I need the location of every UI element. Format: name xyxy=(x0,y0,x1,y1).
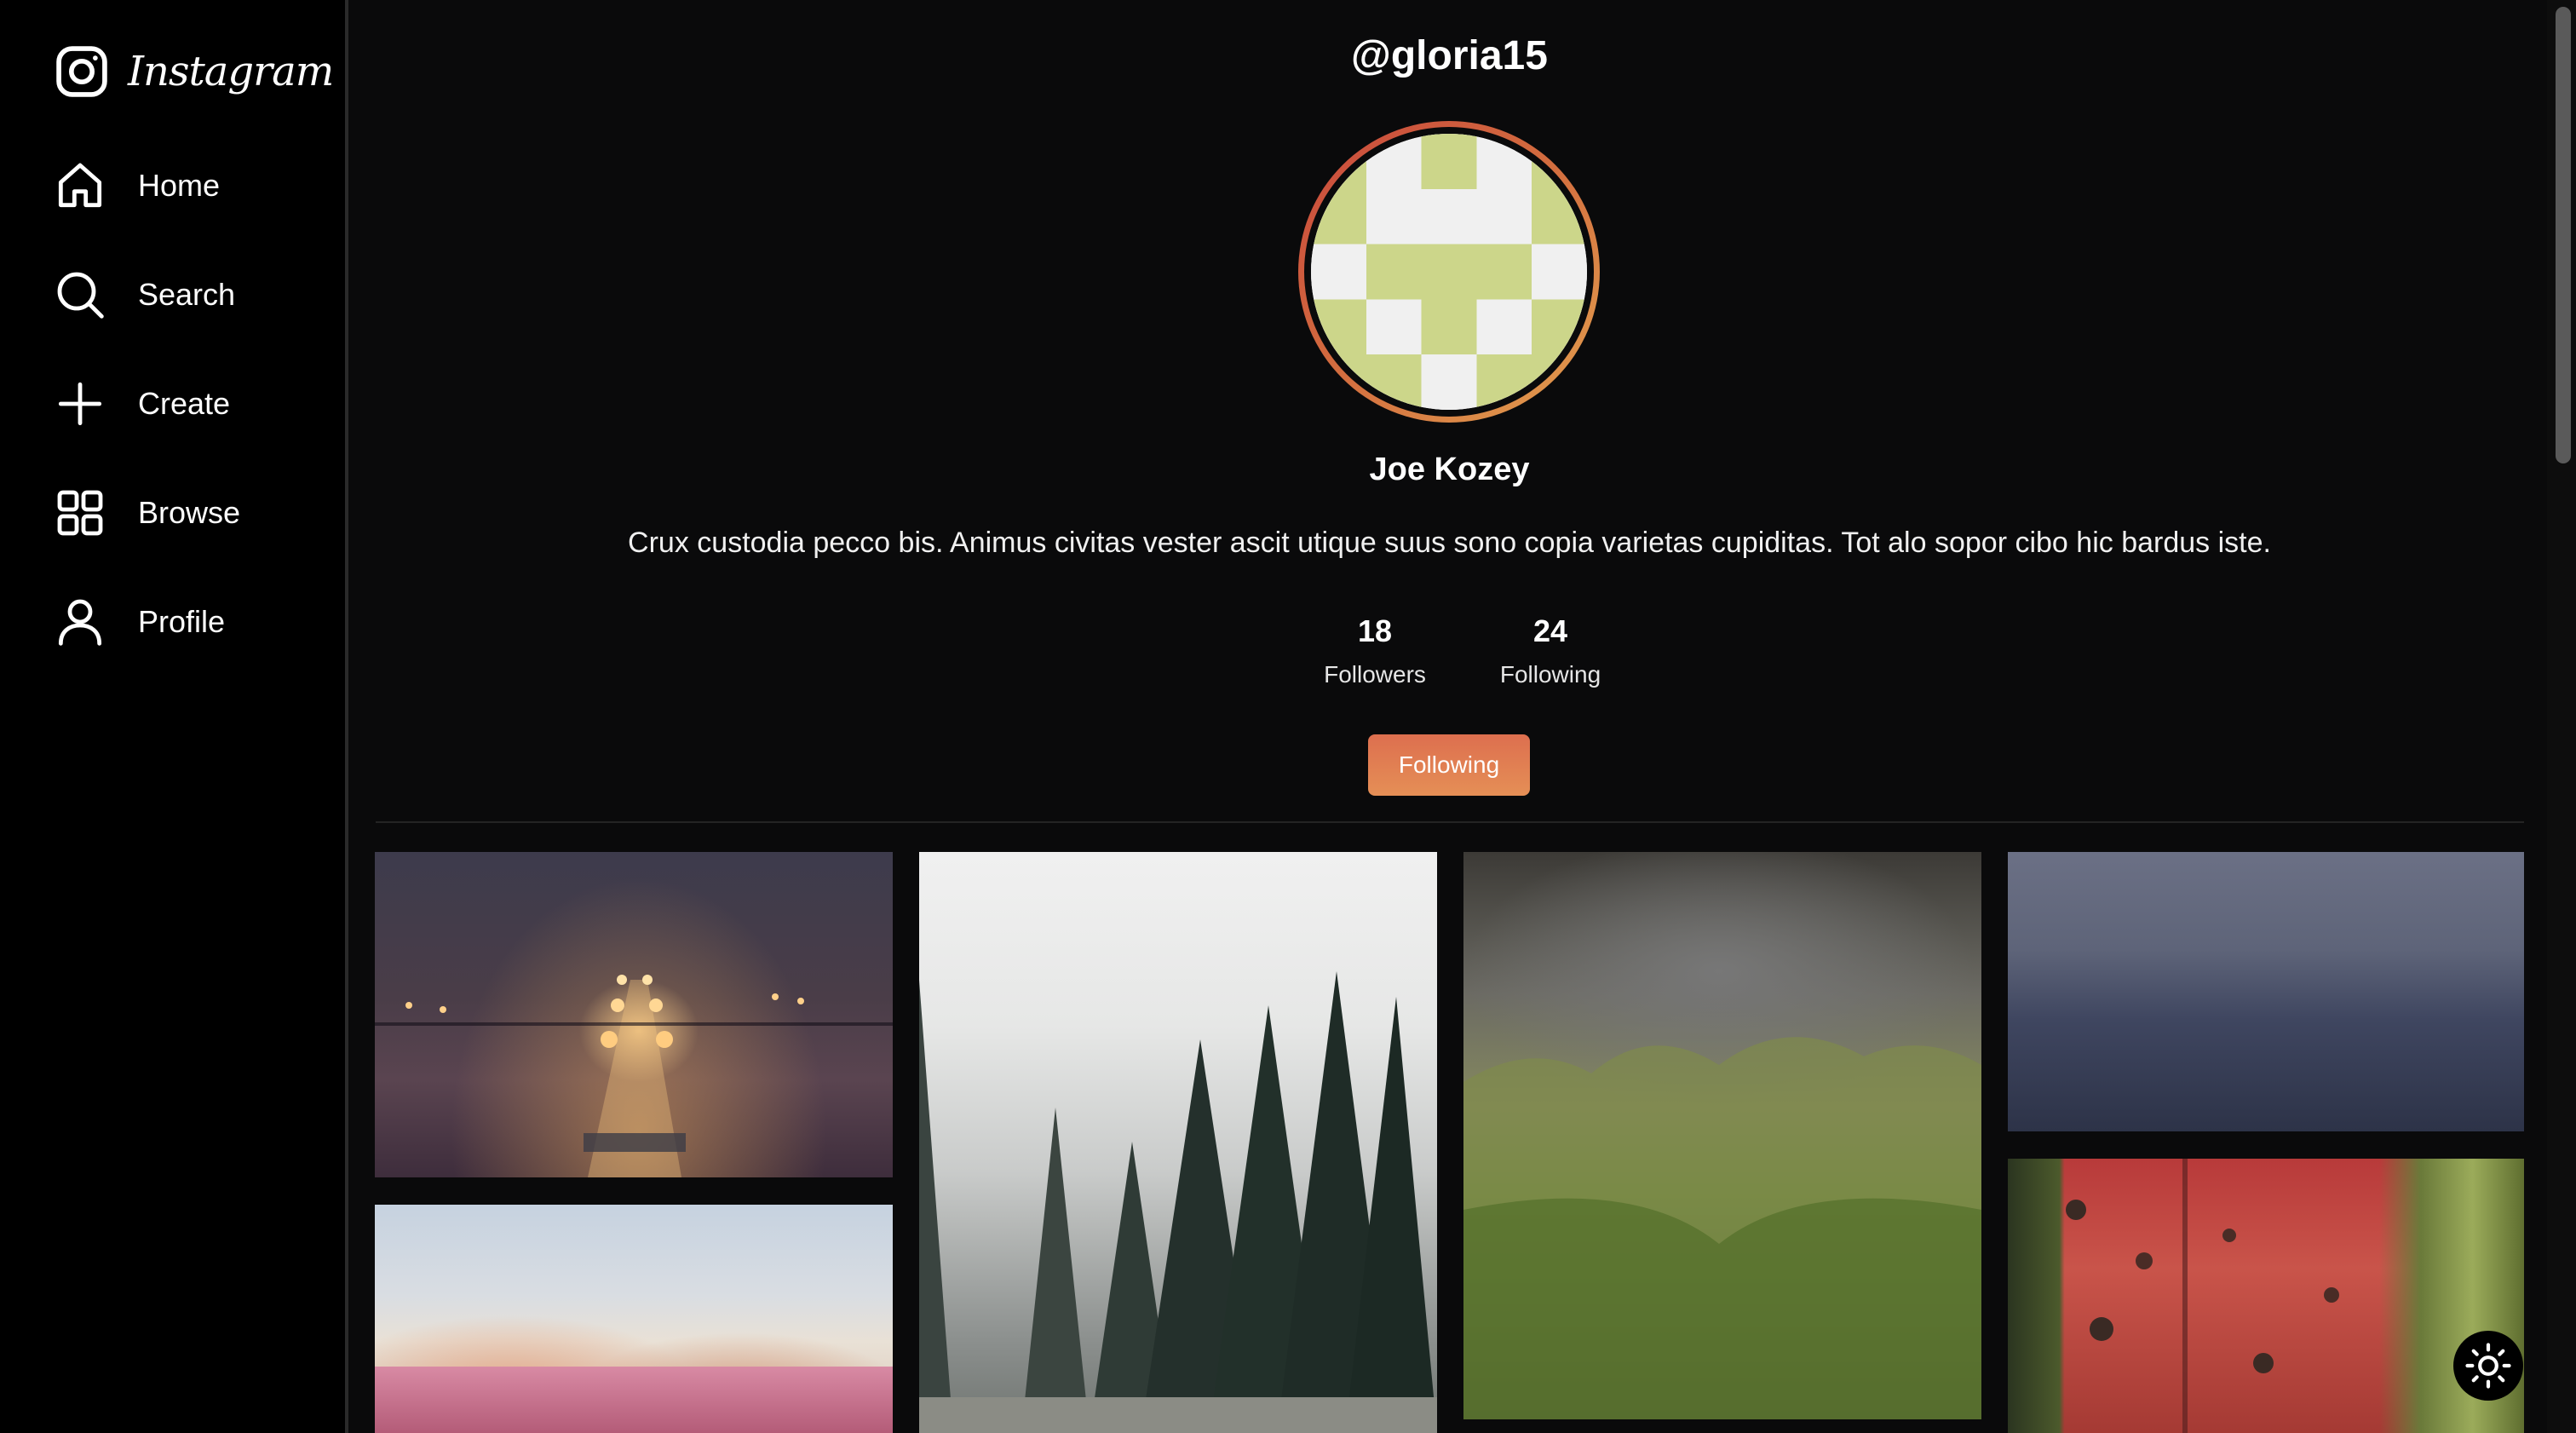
post-image[interactable] xyxy=(2008,852,2524,1131)
profile-name: Joe Kozey xyxy=(1369,452,1530,487)
search-icon xyxy=(57,272,104,319)
user-icon xyxy=(58,599,102,646)
sidebar-nav: Home Search Create Browse Profile xyxy=(53,158,308,704)
sidebar-item-create[interactable]: Create xyxy=(53,377,308,431)
instagram-icon xyxy=(56,46,107,97)
sidebar-item-label: Create xyxy=(138,386,231,421)
mountain-valley-photo xyxy=(1463,1037,1981,1419)
following-count: 24 xyxy=(1532,613,1568,648)
home-icon xyxy=(58,163,102,208)
profile-stats: 18 Followers 24 Following xyxy=(1287,613,1638,688)
profile-bio: Crux custodia pecco bis. Animus civitas … xyxy=(628,527,2271,559)
plus-icon xyxy=(58,382,102,426)
scrollbar[interactable] xyxy=(2547,0,2576,1433)
beach-towel xyxy=(375,1367,893,1433)
brand-wordmark: Instagram xyxy=(128,48,334,95)
followers-stat[interactable]: 18 Followers xyxy=(1287,613,1463,688)
post-image[interactable] xyxy=(919,852,1437,1433)
following-label: Following xyxy=(1499,661,1601,688)
profile-main: @gloria15 Joe Kozey Crux custodia pecco … xyxy=(352,0,2547,1433)
sidebar-item-label: Profile xyxy=(138,604,226,639)
train-station-photo xyxy=(375,975,893,1177)
followers-count: 18 xyxy=(1357,613,1393,648)
grid-icon xyxy=(57,490,103,536)
post-image[interactable] xyxy=(1463,852,1981,1419)
sidebar-item-home[interactable]: Home xyxy=(53,158,308,213)
post-image[interactable] xyxy=(375,852,893,1177)
divider xyxy=(376,821,2524,823)
scrollbar-thumb[interactable] xyxy=(2556,7,2571,463)
theme-toggle-button[interactable] xyxy=(2453,1331,2523,1401)
avatar[interactable] xyxy=(1298,121,1600,423)
brand-logo[interactable]: Instagram xyxy=(53,43,334,101)
forest-photo xyxy=(919,971,1437,1433)
sidebar-item-label: Home xyxy=(138,168,221,203)
rusty-barrel-photo xyxy=(2066,1159,2339,1433)
sun-icon xyxy=(2465,1343,2511,1389)
sidebar: Instagram Home Search Create Browse Prof… xyxy=(0,0,348,1433)
sidebar-item-label: Search xyxy=(138,277,236,312)
followers-label: Followers xyxy=(1324,661,1426,688)
sidebar-item-profile[interactable]: Profile xyxy=(53,595,308,649)
profile-handle: @gloria15 xyxy=(1351,33,1548,78)
following-stat[interactable]: 24 Following xyxy=(1463,613,1638,688)
identicon-image xyxy=(1311,134,1587,410)
post-image[interactable] xyxy=(2008,1159,2524,1433)
post-image[interactable] xyxy=(375,1205,893,1433)
sidebar-item-search[interactable]: Search xyxy=(53,268,308,322)
follow-button[interactable]: Following xyxy=(1368,734,1530,796)
sidebar-item-label: Browse xyxy=(138,495,241,530)
sidebar-item-browse[interactable]: Browse xyxy=(53,486,308,540)
